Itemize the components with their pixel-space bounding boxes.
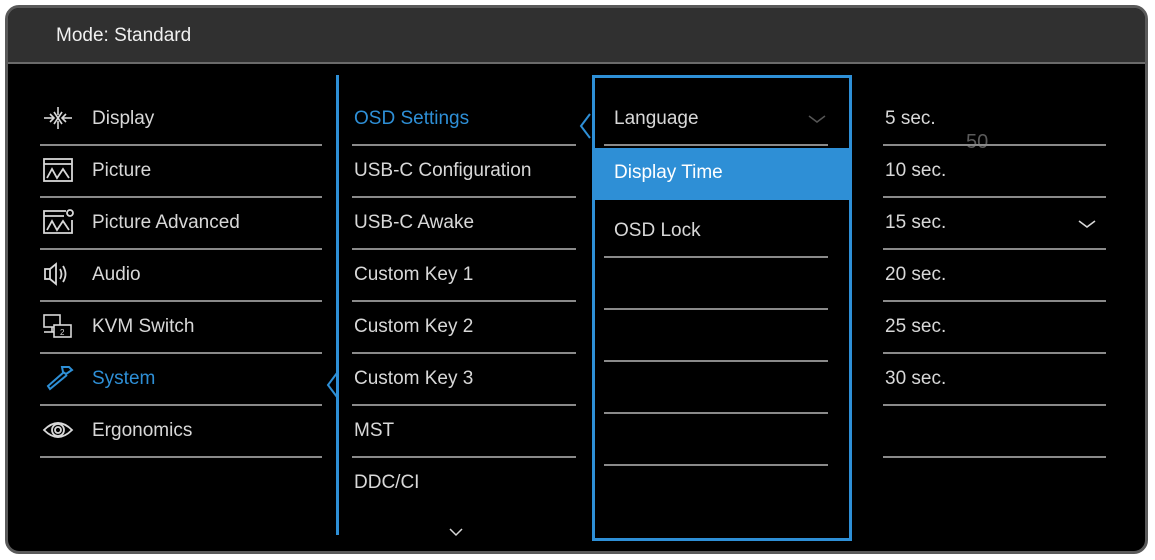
submenu-item-mst[interactable]: MST [352,406,576,458]
osd-item-empty [604,310,828,362]
mode-title: Mode: Standard [56,25,192,46]
system-wrench-icon [46,366,74,391]
system-pointer-icon [326,372,338,398]
osd-item-label: OSD Lock [614,220,701,241]
submenu-label: USB-C Configuration [354,160,532,181]
main-menu-item-audio[interactable]: Audio [40,250,322,302]
language-chevron-icon [808,115,826,123]
submenu-item-osd-settings[interactable]: OSD Settings [352,94,576,146]
main-menu-label: KVM Switch [92,316,195,337]
submenu-item-custom-key-3[interactable]: Custom Key 3 [352,354,576,406]
submenu-item-custom-key-2[interactable]: Custom Key 2 [352,302,576,354]
osd-item-osd-lock[interactable]: OSD Lock [604,206,828,258]
osd-item-empty [604,362,828,414]
submenu-item-usb-c-configuration[interactable]: USB-C Configuration [352,146,576,198]
checkmark-icon [1078,220,1096,228]
option-15-sec[interactable]: 15 sec. [883,198,1106,250]
title-bar: Mode: Standard [8,8,1145,64]
option-5-sec[interactable]: 5 sec. [883,94,1106,146]
scroll-down-chevron-icon[interactable] [448,527,464,537]
option-label: 15 sec. [885,212,947,233]
main-menu-label: Picture [92,160,152,181]
option-empty [883,406,1106,458]
main-menu-label: Picture Advanced [92,212,240,233]
osd-item-language[interactable]: Language [604,94,828,146]
option-label: 25 sec. [885,316,947,337]
submenu-item-usb-c-awake[interactable]: USB-C Awake [352,198,576,250]
osd-item-label: Language [614,108,699,129]
audio-icon [44,262,67,286]
submenu-item-ddc-ci[interactable]: DDC/CI [352,458,576,510]
submenu-label: Custom Key 1 [354,264,474,285]
submenu-label: USB-C Awake [354,212,475,233]
option-label: 10 sec. [885,160,947,181]
ergonomics-eye-icon [42,422,74,438]
svg-text:2: 2 [60,328,65,337]
menu-divider [336,75,339,535]
main-menu-item-picture-advanced[interactable]: Picture Advanced [40,198,322,250]
osd-item-empty [604,414,828,466]
osd-item-display-time[interactable]: Display Time [595,148,849,200]
option-25-sec[interactable]: 25 sec. [883,302,1106,354]
main-menu-label: Audio [92,264,141,285]
display-icon [44,107,72,129]
main-menu-item-picture[interactable]: Picture [40,146,322,198]
option-label: 5 sec. [885,108,936,129]
option-20-sec[interactable]: 20 sec. [883,250,1106,302]
osd-settings-pointer-icon [579,113,591,139]
option-30-sec[interactable]: 30 sec. [883,354,1106,406]
submenu-label: OSD Settings [354,108,470,129]
main-menu-label: Ergonomics [92,420,193,441]
main-menu-label: System [92,368,156,389]
option-label: 30 sec. [885,368,947,389]
main-menu-item-display[interactable]: Display [40,94,322,146]
option-label: 20 sec. [885,264,947,285]
main-menu-item-kvm-switch[interactable]: 2 KVM Switch [40,302,322,354]
option-10-sec[interactable]: 10 sec. [883,146,1106,198]
submenu-label: Custom Key 2 [354,316,474,337]
osd-item-empty [604,258,828,310]
main-menu: Display Picture Picture Advanced Audio 2… [40,94,322,474]
main-menu-item-ergonomics[interactable]: Ergonomics [40,406,322,458]
submenu-label: Custom Key 3 [354,368,474,389]
system-submenu: OSD Settings USB-C Configuration USB-C A… [352,94,576,514]
picture-icon [43,158,73,182]
main-menu-label: Display [92,108,155,129]
osd-item-label: Display Time [614,162,723,183]
submenu-label: MST [354,420,395,441]
main-menu-item-system[interactable]: System [40,354,322,406]
submenu-label: DDC/CI [354,472,420,493]
submenu-item-custom-key-1[interactable]: Custom Key 1 [352,250,576,302]
picture-advanced-icon [43,209,74,234]
kvm-switch-icon: 2 [43,314,72,338]
